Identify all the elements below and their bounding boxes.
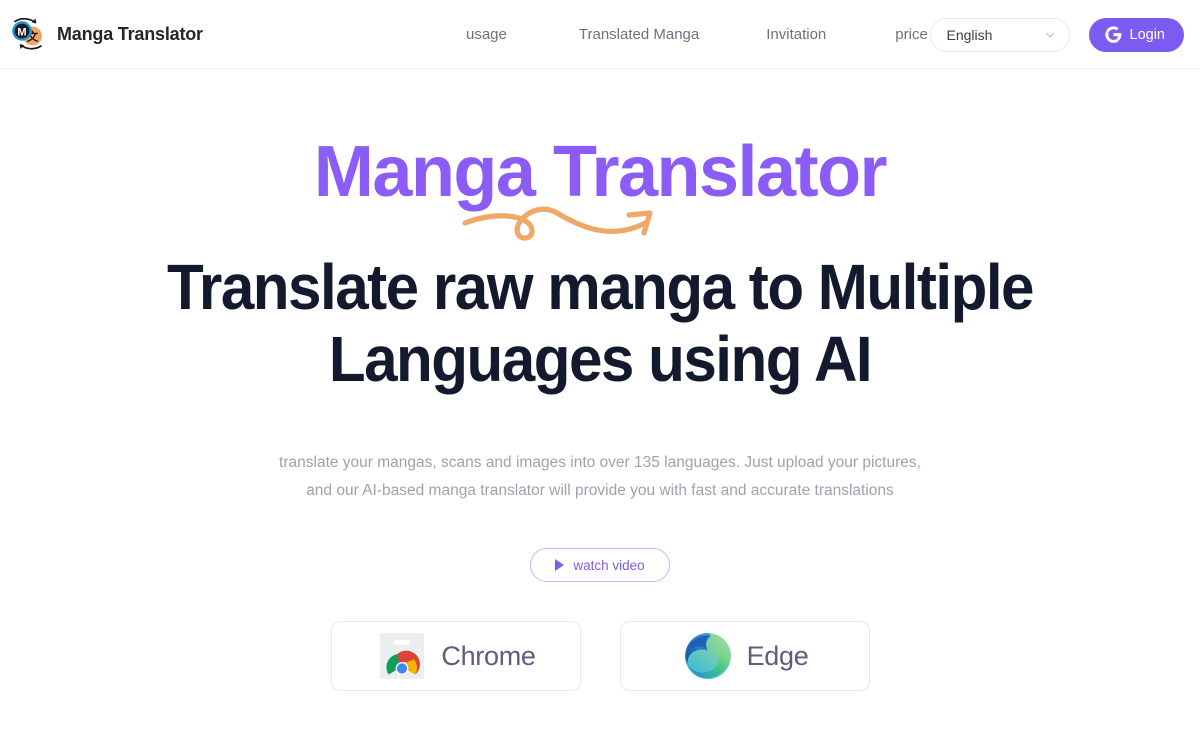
chrome-extension-button[interactable]: Chrome [330, 621, 581, 692]
hero-headline: Translate raw manga to Multiple Language… [166, 251, 1035, 395]
edge-extension-label: Edge [746, 640, 809, 671]
header-actions: English Login [929, 0, 1184, 69]
hero-section: Manga Translator Translate raw manga to … [0, 69, 1200, 692]
nav-item-price[interactable]: price [895, 26, 928, 43]
chevron-down-icon [1045, 32, 1054, 38]
manga-translator-logo-icon: 文 M [12, 17, 42, 50]
watch-video-label: watch video [573, 557, 645, 573]
google-g-icon [1104, 26, 1121, 43]
chrome-extension-label: Chrome [441, 640, 536, 671]
svg-text:M: M [17, 27, 26, 39]
edge-extension-button[interactable]: Edge [619, 621, 870, 692]
nav-item-translated-manga[interactable]: Translated Manga [579, 26, 699, 43]
microsoft-edge-icon [684, 633, 731, 680]
login-button[interactable]: Login [1088, 17, 1184, 52]
site-header: 文 M Manga Translator usage Translated Ma… [0, 0, 1200, 69]
hero-description: translate your mangas, scans and images … [279, 454, 921, 500]
main-navigation: usage Translated Manga Invitation price [466, 0, 928, 69]
hero-title-wrap: Manga Translator [313, 132, 888, 241]
brand-name: Manga Translator [57, 23, 203, 44]
watch-video-button[interactable]: watch video [530, 548, 670, 583]
brand-logo[interactable]: 文 M Manga Translator [8, 14, 203, 54]
hero-title: Manga Translator [313, 132, 888, 212]
nav-item-invitation[interactable]: Invitation [766, 26, 826, 43]
language-select[interactable]: English [929, 17, 1070, 52]
browser-extension-buttons: Chrome Edge [0, 621, 1200, 692]
chrome-web-store-icon [380, 633, 425, 680]
nav-item-usage[interactable]: usage [466, 26, 507, 43]
language-select-value: English [946, 26, 993, 43]
curved-arrow-swoosh-icon [462, 206, 653, 241]
play-icon [555, 559, 565, 572]
login-button-label: Login [1129, 26, 1165, 43]
